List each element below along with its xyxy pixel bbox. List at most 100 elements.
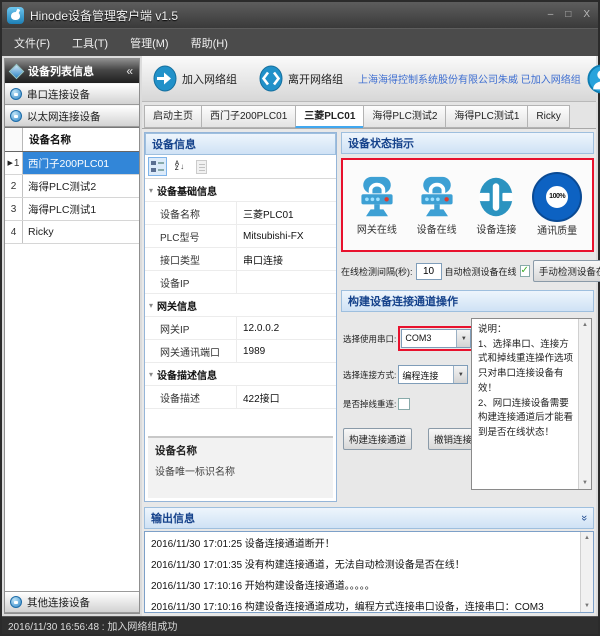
- comm-quality-label: 通讯质量: [537, 222, 577, 237]
- reconnect-checkbox[interactable]: [398, 398, 410, 410]
- category-expander-icon[interactable]: ▾: [145, 186, 157, 195]
- title-bar: Hinode设备管理客户端 v1.5 – □ X: [2, 2, 598, 28]
- alphabetical-sort-button[interactable]: AZ ↓: [170, 157, 189, 176]
- collapse-sidebar-button[interactable]: «: [126, 64, 133, 78]
- build-channel-button[interactable]: 构建连接通道: [343, 428, 412, 450]
- group-serial-devices[interactable]: 串口连接设备: [5, 83, 139, 105]
- menu-help[interactable]: 帮助(H): [191, 35, 228, 51]
- device-table: 设备名称 ▶1 西门子200PLC01 2 海得PLC测试2 3 海得PLC测试…: [5, 127, 139, 591]
- log-line: 2016/11/30 17:01:35 没有构建连接通道，无法自动检测设备是否在…: [151, 555, 577, 576]
- interval-input[interactable]: [416, 263, 442, 280]
- property-row[interactable]: 接口类型 串口连接: [145, 248, 336, 271]
- dropdown-button[interactable]: ▼: [456, 330, 470, 347]
- status-bar-text: 2016/11/30 16:56:48 : 加入网络组成功: [8, 618, 177, 633]
- group-other-devices[interactable]: 其他连接设备: [5, 591, 139, 613]
- connect-mode-value: 编程连接: [399, 366, 453, 383]
- group-ethernet-label: 以太网连接设备: [27, 109, 101, 124]
- serial-port-select[interactable]: COM3 ▼: [401, 329, 471, 348]
- tab-ricky[interactable]: Ricky: [527, 105, 569, 128]
- category-expander-icon[interactable]: ▾: [145, 370, 157, 379]
- join-network-label: 加入网络组: [182, 71, 237, 87]
- sidebar-title: 设备列表信息: [28, 63, 94, 79]
- help-text: 设备唯一标识名称: [155, 463, 326, 478]
- check-icon: ✓: [521, 266, 529, 276]
- menu-bar: 文件(F) 工具(T) 管理(M) 帮助(H): [2, 28, 598, 56]
- device-name-cell[interactable]: 海得PLC测试2: [23, 175, 139, 197]
- tab-home[interactable]: 启动主页: [144, 105, 201, 128]
- log-line: 2016/11/30 17:01:25 设备连接通道断开！: [151, 534, 577, 555]
- log-line: 2016/11/30 17:10:16 构建设备连接通道成功，编程方式连接串口设…: [151, 597, 577, 618]
- auto-check-checkbox[interactable]: ✓: [520, 265, 530, 277]
- group-ethernet-devices[interactable]: 以太网连接设备: [5, 105, 139, 127]
- table-row[interactable]: 3 海得PLC测试1: [5, 198, 139, 221]
- property-row[interactable]: 设备名称 三菱PLC01: [145, 202, 336, 225]
- interval-label: 在线检测间隔(秒):: [341, 265, 413, 278]
- category-row[interactable]: ▾ 设备基础信息: [145, 179, 336, 202]
- scroll-up-icon[interactable]: ▲: [579, 322, 591, 328]
- output-log-box: 2016/11/30 17:01:25 设备连接通道断开！ 2016/11/30…: [144, 531, 594, 613]
- sidebar-header: 设备列表信息 «: [5, 59, 139, 83]
- property-page-icon: [196, 160, 207, 174]
- row-number-cell: 3: [5, 198, 23, 220]
- property-row[interactable]: 设备描述 422接口: [145, 386, 336, 409]
- collapse-panel-icon[interactable]: »: [578, 515, 590, 521]
- categorized-view-button[interactable]: [148, 157, 167, 176]
- device-name-cell[interactable]: Ricky: [23, 221, 139, 243]
- menu-manage[interactable]: 管理(M): [130, 35, 169, 51]
- app-logo-icon: [7, 7, 24, 24]
- property-row[interactable]: PLC型号 Mitsubishi-FX: [145, 225, 336, 248]
- output-scrollbar[interactable]: ▲ ▼: [580, 532, 593, 612]
- menu-file[interactable]: 文件(F): [14, 35, 50, 51]
- table-row[interactable]: 4 Ricky: [5, 221, 139, 244]
- scroll-down-icon[interactable]: ▼: [581, 603, 593, 609]
- leave-network-button[interactable]: 离开网络组: [252, 61, 350, 96]
- property-row[interactable]: 网关IP 12.0.0.2: [145, 317, 336, 340]
- scroll-down-icon[interactable]: ▼: [579, 480, 591, 486]
- menu-tools[interactable]: 工具(T): [72, 35, 108, 51]
- leave-network-label: 离开网络组: [288, 71, 343, 87]
- tab-siemens-plc[interactable]: 西门子200PLC01: [201, 105, 295, 128]
- dropdown-button[interactable]: ▼: [453, 366, 467, 383]
- serial-port-value: COM3: [402, 330, 456, 347]
- maximize-button[interactable]: □: [565, 10, 571, 20]
- manual-check-button[interactable]: 手动检测设备在线: [533, 260, 600, 282]
- device-table-header: 设备名称: [5, 128, 139, 152]
- serial-port-label: 选择使用串口:: [343, 333, 396, 345]
- device-connect-label: 设备连接: [476, 221, 516, 236]
- property-row[interactable]: 设备IP: [145, 271, 336, 294]
- status-column: 设备状态指示: [341, 132, 594, 502]
- property-pages-button[interactable]: [192, 157, 211, 176]
- join-network-button[interactable]: 加入网络组: [146, 61, 244, 96]
- category-row[interactable]: ▾ 网关信息: [145, 294, 336, 317]
- notes-line: 1、选择串口、连接方式和掉线重连操作选项只对串口连接设备有效！: [478, 338, 574, 397]
- table-corner-cell: [5, 128, 23, 151]
- connect-mode-label: 选择连接方式:: [343, 369, 396, 381]
- ethernet-device-icon: [10, 110, 22, 122]
- status-panel-title: 设备状态指示: [348, 135, 414, 151]
- notes-scrollbar[interactable]: ▲ ▼: [578, 319, 591, 489]
- category-row[interactable]: ▾ 设备描述信息: [145, 363, 336, 386]
- window-title: Hinode设备管理客户端 v1.5: [30, 7, 178, 24]
- device-name-cell[interactable]: 海得PLC测试1: [23, 198, 139, 220]
- tab-hite-test1[interactable]: 海得PLC测试1: [445, 105, 527, 128]
- column-device-name[interactable]: 设备名称: [23, 128, 139, 151]
- scroll-up-icon[interactable]: ▲: [581, 535, 593, 541]
- channel-panel-body: 选择使用串口: COM3 ▼ 选择连接方式:: [341, 312, 594, 508]
- device-connect-indicator: 设备连接: [474, 175, 518, 236]
- chevron-down-icon: ▼: [458, 372, 464, 378]
- close-button[interactable]: X: [583, 10, 590, 20]
- tab-hite-test2[interactable]: 海得PLC测试2: [363, 105, 445, 128]
- work-area: 设备信息 AZ ↓: [142, 129, 596, 616]
- table-row[interactable]: 2 海得PLC测试2: [5, 175, 139, 198]
- device-name-cell[interactable]: 西门子200PLC01: [23, 152, 139, 174]
- minimize-button[interactable]: –: [548, 10, 554, 20]
- comm-quality-indicator: 100% 通讯质量: [534, 174, 580, 237]
- table-row[interactable]: ▶1 西门子200PLC01: [5, 152, 139, 175]
- gateway-online-icon: [355, 175, 399, 219]
- property-help-box: 设备名称 设备唯一标识名称: [148, 436, 333, 498]
- connect-mode-select[interactable]: 编程连接 ▼: [398, 365, 468, 384]
- category-expander-icon[interactable]: ▾: [145, 301, 157, 310]
- tab-mitsubishi-plc[interactable]: 三菱PLC01: [295, 105, 363, 128]
- property-row[interactable]: 网关通讯端口 1989: [145, 340, 336, 363]
- row-number-cell: 4: [5, 221, 23, 243]
